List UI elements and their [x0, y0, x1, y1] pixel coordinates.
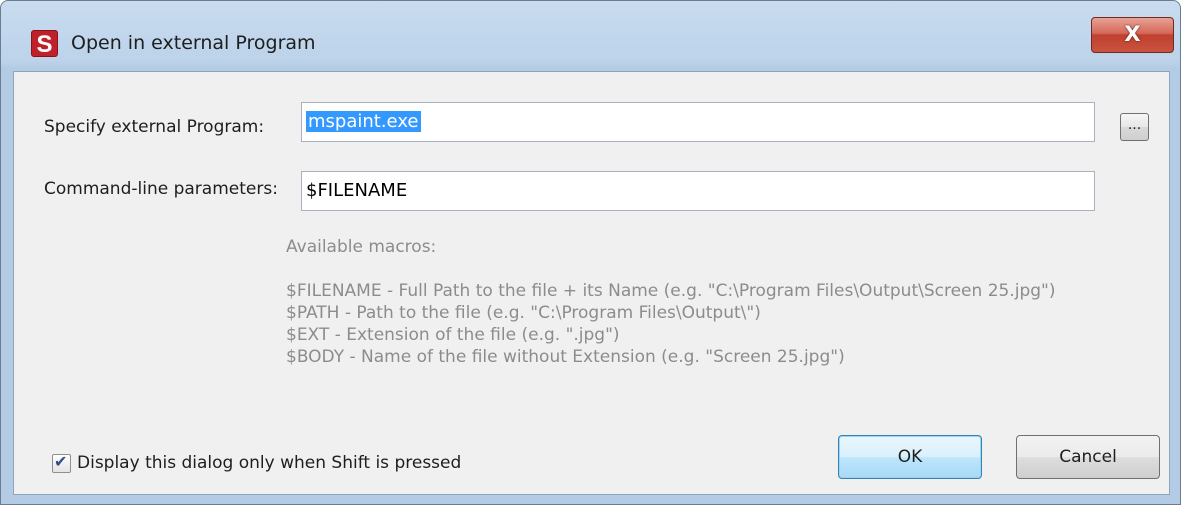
- window-title: Open in external Program: [71, 32, 316, 54]
- macro-ext: $EXT - Extension of the file (e.g. ".jpg…: [286, 325, 620, 345]
- app-icon: S: [31, 30, 58, 58]
- ok-button[interactable]: OK: [838, 435, 982, 479]
- program-label: Specify external Program:: [44, 117, 265, 137]
- dialog-window: S Open in external Program X Specify ext…: [0, 0, 1181, 505]
- params-input[interactable]: $FILENAME: [301, 171, 1095, 211]
- title-bar[interactable]: S Open in external Program X: [1, 1, 1180, 69]
- shift-checkbox-label[interactable]: Display this dialog only when Shift is p…: [77, 453, 461, 473]
- macro-path: $PATH - Path to the file (e.g. "C:\Progr…: [286, 303, 761, 323]
- macro-body: $BODY - Name of the file without Extensi…: [286, 347, 845, 367]
- program-input[interactable]: mspaint.exe: [301, 102, 1095, 142]
- params-input-value: $FILENAME: [306, 180, 408, 201]
- params-label: Command-line parameters:: [44, 179, 278, 199]
- browse-button[interactable]: ...: [1120, 113, 1149, 141]
- cancel-button[interactable]: Cancel: [1016, 435, 1160, 479]
- dialog-body: Specify external Program: mspaint.exe ..…: [13, 71, 1170, 495]
- close-button[interactable]: X: [1091, 17, 1174, 53]
- macro-filename: $FILENAME - Full Path to the file + its …: [286, 281, 1056, 301]
- checkmark-icon: ✔: [54, 452, 68, 471]
- shift-checkbox[interactable]: ✔: [52, 452, 71, 473]
- close-icon: X: [1124, 22, 1141, 46]
- macros-help: Available macros: $FILENAME - Full Path …: [286, 236, 1055, 368]
- program-input-value: mspaint.exe: [306, 111, 421, 132]
- macros-heading: Available macros:: [286, 237, 437, 257]
